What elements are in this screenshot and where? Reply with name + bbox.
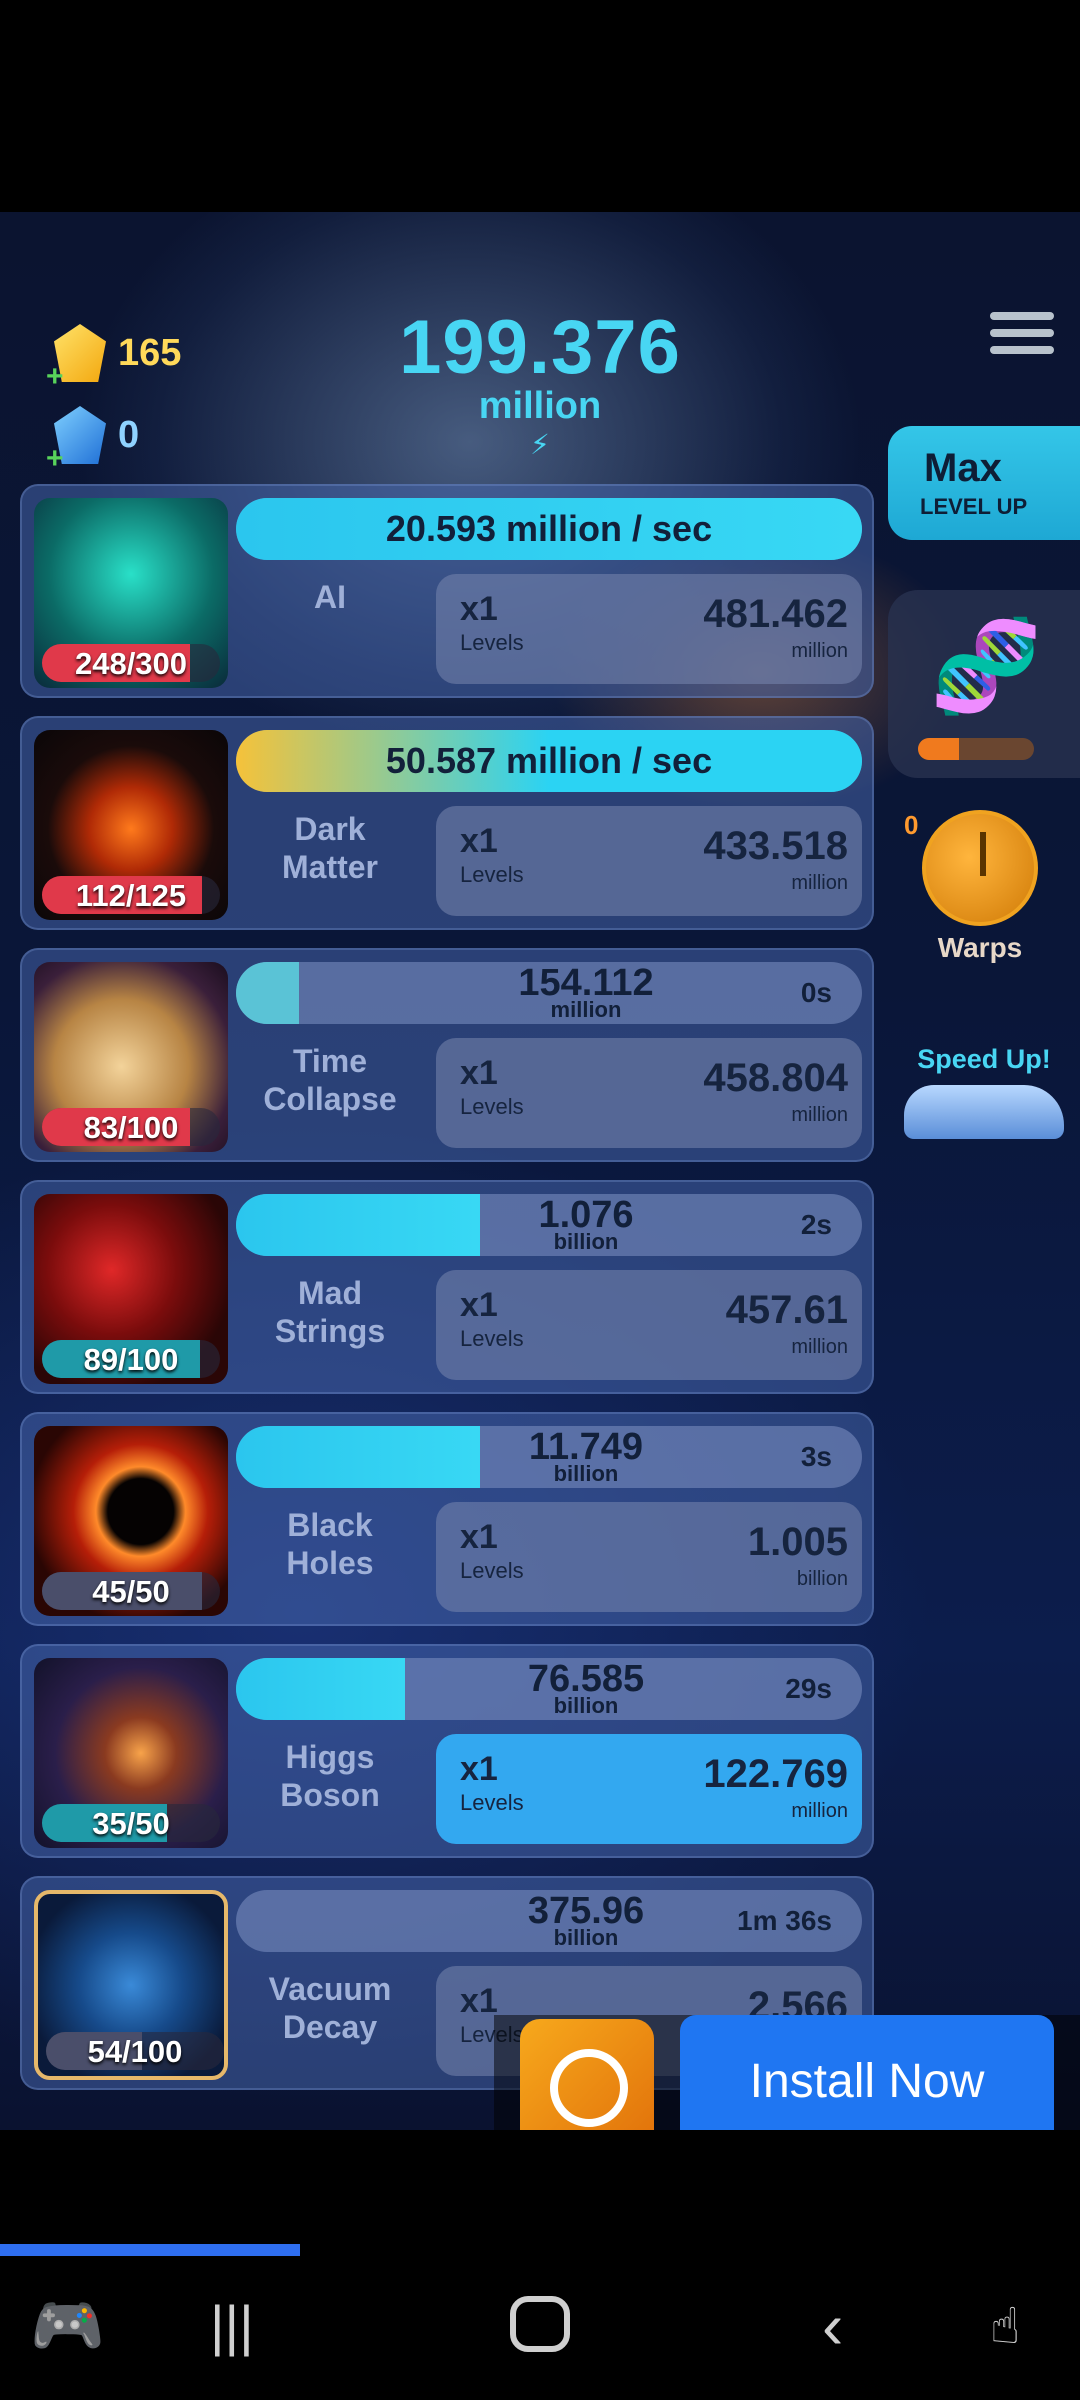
buy-button[interactable]: x1 Levels 458.804 million bbox=[436, 1038, 862, 1148]
buy-cost: 481.462 bbox=[703, 592, 848, 636]
buy-cost: 1.005 bbox=[747, 1520, 848, 1564]
owned-count: 35/50 bbox=[92, 1806, 170, 1841]
car-icon bbox=[904, 1085, 1064, 1139]
production-progress-bar: 375.96 billion 1m 36s bbox=[236, 1890, 862, 1952]
production-progress-bar: 76.585 billion 29s bbox=[236, 1658, 862, 1720]
upgrade-name: AI bbox=[314, 579, 346, 615]
accessibility-icon[interactable]: ☝ bbox=[990, 2296, 1020, 2356]
buy-cost: 433.518 bbox=[703, 824, 848, 868]
cycle-time: 2s bbox=[800, 1209, 832, 1240]
vacuum-swirl-icon[interactable]: 54/100 bbox=[34, 1890, 228, 2080]
dna-icon: 🧬 bbox=[930, 617, 1043, 717]
install-now-button[interactable]: Install Now bbox=[680, 2015, 1054, 2130]
home-icon[interactable] bbox=[510, 2296, 570, 2352]
owned-count: 83/100 bbox=[83, 1110, 179, 1145]
dna-upgrade-button[interactable]: 🧬 bbox=[888, 590, 1080, 778]
owned-count: 54/100 bbox=[87, 2034, 183, 2069]
owned-count: 248/300 bbox=[74, 646, 188, 681]
status-area bbox=[0, 0, 1080, 212]
buy-cost: 122.769 bbox=[703, 1752, 848, 1796]
production-progress-bar: 11.749 billion 3s bbox=[236, 1426, 862, 1488]
cycle-time: 3s bbox=[800, 1441, 832, 1472]
cycle-time: 29s bbox=[785, 1673, 832, 1704]
system-nav-bar: 🎮 ||| ‹ ☝ bbox=[0, 2256, 1080, 2400]
speed-up-button[interactable]: Speed Up! bbox=[888, 1044, 1080, 1139]
buy-button[interactable]: x1 Levels 433.518 million bbox=[436, 806, 862, 916]
buy-cost: 457.61 bbox=[725, 1288, 848, 1332]
recent-apps-icon[interactable]: ||| bbox=[210, 2296, 254, 2356]
game-controller-icon[interactable]: 🎮 bbox=[30, 2296, 105, 2356]
income-rate: 50.587 million / sec bbox=[385, 740, 713, 781]
upgrade-name: Black Holes bbox=[286, 1507, 374, 1581]
ad-footer bbox=[0, 2130, 1080, 2226]
back-icon[interactable]: ‹ bbox=[822, 2294, 843, 2358]
buy-cost: 458.804 bbox=[703, 1056, 848, 1100]
clock-icon bbox=[922, 810, 1038, 926]
dark-matter-icon[interactable]: 112/125 bbox=[34, 730, 228, 920]
warps-label: Warps bbox=[937, 932, 1023, 963]
warps-button[interactable]: 0 Warps bbox=[900, 810, 1060, 964]
speed-up-label: Speed Up! bbox=[917, 1044, 1051, 1074]
max-level-up-button[interactable]: Max LEVEL UP bbox=[888, 426, 1080, 540]
ad-banner: Install Now bbox=[494, 2015, 1080, 2130]
warps-count: 0 bbox=[904, 810, 919, 840]
buy-button[interactable]: x1 Levels 122.769 million bbox=[436, 1734, 862, 1844]
upgrade-name: Higgs Boson bbox=[280, 1739, 380, 1813]
cycle-time: 0s bbox=[800, 977, 832, 1008]
dna-progress-bar bbox=[918, 738, 1034, 760]
owned-count: 45/50 bbox=[92, 1574, 170, 1609]
income-rate: 20.593 million / sec bbox=[385, 508, 713, 549]
upgrade-name: Dark Matter bbox=[281, 811, 378, 885]
ad-progress-bar bbox=[0, 2244, 300, 2256]
upgrade-row-higgs-boson: 35/50 76.585 billion 29s Higgs Boson x1 Le… bbox=[20, 1644, 874, 1858]
cycle-time: 1m 36s bbox=[737, 1905, 832, 1936]
buy-button[interactable]: x1 Levels 481.462 million bbox=[436, 574, 862, 684]
upgrade-row-time-collapse: 83/100 154.112 million 0s Time Collapse x1… bbox=[20, 948, 874, 1162]
owned-count: 112/125 bbox=[75, 878, 187, 913]
upgrade-name: Mad Strings bbox=[274, 1275, 386, 1349]
buy-button[interactable]: x1 Levels 457.61 million bbox=[436, 1270, 862, 1380]
owned-count: 89/100 bbox=[83, 1342, 179, 1377]
total-energy-value: 199.376 bbox=[399, 305, 681, 390]
particle-burst-icon[interactable]: 35/50 bbox=[34, 1658, 228, 1848]
production-progress-bar: 154.112 million 0s bbox=[236, 962, 862, 1024]
total-energy-unit: million bbox=[478, 385, 602, 427]
upgrade-row-dark-matter: 112/125 50.587 million / sec Dark Matter … bbox=[20, 716, 874, 930]
black-hole-icon[interactable]: 45/50 bbox=[34, 1426, 228, 1616]
upgrade-row-mad-strings: 89/100 1.076 billion 2s Mad Strings x1 Lev… bbox=[20, 1180, 874, 1394]
app-logo-icon[interactable] bbox=[520, 2019, 654, 2130]
buy-button[interactable]: x1 Levels 1.005 billion bbox=[436, 1502, 862, 1612]
production-progress-bar: 1.076 billion 2s bbox=[236, 1194, 862, 1256]
income-rate-bar: 50.587 million / sec bbox=[236, 730, 862, 792]
strings-icon[interactable]: 89/100 bbox=[34, 1194, 228, 1384]
income-rate-bar: 20.593 million / sec bbox=[236, 498, 862, 560]
hamburger-menu-icon[interactable] bbox=[990, 312, 1054, 363]
upgrade-name: Time Collapse bbox=[263, 1043, 397, 1117]
game-screen: + 165 + 0 199.376 million ⚡ 248/300 20.5… bbox=[0, 212, 1080, 2130]
ai-brain-icon[interactable]: 248/300 bbox=[34, 498, 228, 688]
clock-icon[interactable]: 83/100 bbox=[34, 962, 228, 1152]
upgrade-name: Vacuum Decay bbox=[268, 1971, 392, 2045]
upgrade-row-black-holes: 45/50 11.749 billion 3s Black Holes x1 Lev… bbox=[20, 1412, 874, 1626]
upgrade-row-ai: 248/300 20.593 million / sec AI x1 Level… bbox=[20, 484, 874, 698]
